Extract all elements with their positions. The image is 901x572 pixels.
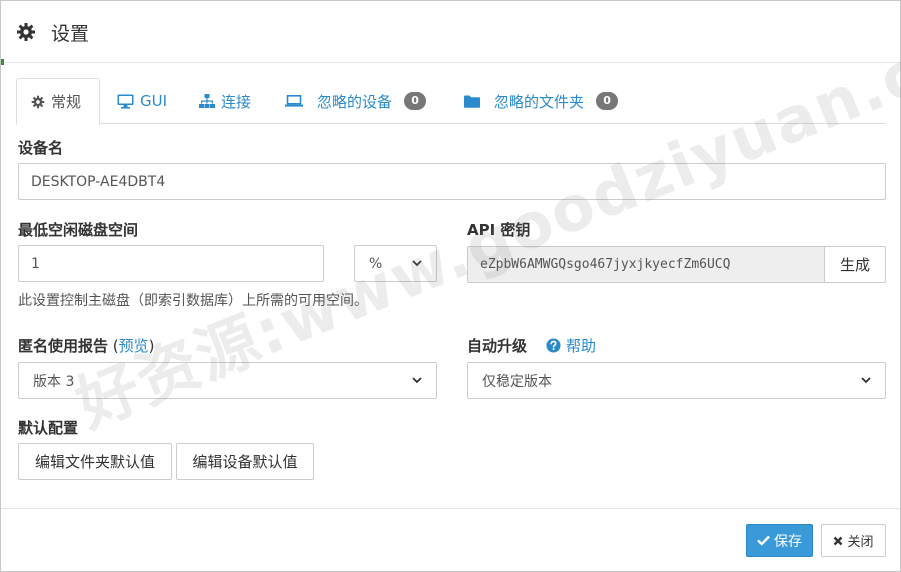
- min-disk-space-help: 此设置控制主磁盘（即索引数据库）上所需的可用空间。: [18, 293, 368, 309]
- count-badge: 0: [404, 92, 427, 110]
- device-name-input[interactable]: DESKTOP-AE4DBT4: [18, 163, 886, 200]
- help-link-text: 帮助: [566, 337, 597, 355]
- save-label: 保存: [774, 533, 802, 550]
- usage-report-value: 版本 3: [33, 373, 75, 390]
- chevron-down-icon: [412, 377, 422, 384]
- paren-close: ): [148, 337, 155, 355]
- min-disk-space-input[interactable]: 1: [18, 245, 324, 282]
- tab-gui[interactable]: GUI: [117, 78, 167, 124]
- chevron-down-icon: [412, 260, 422, 267]
- api-key-value: eZpbW6AMWGQsgo467jyxjkyecfZm6UCQ: [480, 257, 731, 272]
- gear-icon: [31, 95, 45, 108]
- auto-upgrade-select[interactable]: 仅稳定版本: [467, 362, 886, 399]
- preview-link[interactable]: 预览: [119, 337, 149, 355]
- tab-ignored-folders[interactable]: 忽略的文件夹 0: [464, 78, 619, 124]
- edit-folder-defaults-button[interactable]: 编辑文件夹默认值: [18, 443, 172, 480]
- dialog-title: 设置: [51, 23, 90, 45]
- tab-label: GUI: [140, 92, 168, 110]
- settings-tabs: 常规 GUI 连接 忽略的设备 0 忽略的文件夹 0: [16, 78, 885, 125]
- usage-report-label-text: 匿名使用报告: [18, 337, 109, 355]
- gear-icon: [17, 23, 35, 41]
- api-key-label: API 密钥: [467, 221, 531, 239]
- usage-report-select[interactable]: 版本 3: [18, 362, 437, 399]
- auto-upgrade-value: 仅稳定版本: [482, 373, 552, 390]
- tab-label: 常规: [51, 93, 82, 111]
- close-button[interactable]: 关闭: [821, 524, 886, 557]
- edit-device-defaults-button[interactable]: 编辑设备默认值: [176, 443, 314, 480]
- question-circle-icon: [546, 338, 561, 353]
- sitemap-icon: [199, 93, 215, 108]
- save-button[interactable]: 保存: [746, 524, 813, 557]
- folder-icon: [464, 95, 480, 108]
- disk-space-unit-select[interactable]: %: [354, 245, 437, 282]
- tab-label: 连接: [221, 92, 252, 111]
- check-icon: [757, 535, 770, 546]
- laptop-icon: [285, 95, 303, 107]
- monitor-icon: [117, 94, 134, 109]
- paren-open: (: [108, 337, 119, 355]
- close-label: 关闭: [847, 535, 874, 550]
- dialog-footer: 保存 关闭: [1, 508, 900, 572]
- min-disk-space-value: 1: [31, 255, 40, 272]
- auto-upgrade-label: 自动升级: [467, 337, 528, 355]
- tab-label: 忽略的设备: [317, 92, 393, 111]
- device-name-label: 设备名: [18, 139, 64, 157]
- count-badge: 0: [596, 92, 619, 110]
- tab-general[interactable]: 常规: [16, 78, 100, 125]
- unit-value: %: [369, 255, 383, 272]
- device-name-value: DESKTOP-AE4DBT4: [31, 173, 166, 190]
- usage-report-label: 匿名使用报告 (预览): [18, 335, 155, 356]
- defaults-label: 默认配置: [18, 419, 79, 437]
- close-icon: [834, 536, 843, 545]
- background-edge: [1, 59, 4, 65]
- chevron-down-icon: [861, 377, 871, 384]
- generate-api-key-button[interactable]: 生成: [824, 246, 886, 283]
- help-link[interactable]: 帮助: [546, 335, 596, 356]
- tab-connections[interactable]: 连接: [199, 78, 251, 124]
- api-key-field[interactable]: eZpbW6AMWGQsgo467jyxjkyecfZm6UCQ: [467, 246, 825, 283]
- settings-dialog: 设置 常规 GUI 连接 忽略的设备 0 忽略的文件夹 0 设备名 DESKTO…: [0, 0, 901, 572]
- tab-ignored-devices[interactable]: 忽略的设备 0: [285, 78, 427, 124]
- tab-label: 忽略的文件夹: [494, 92, 585, 111]
- min-disk-space-label: 最低空闲磁盘空间: [18, 221, 139, 239]
- dialog-header: 设置: [1, 1, 900, 63]
